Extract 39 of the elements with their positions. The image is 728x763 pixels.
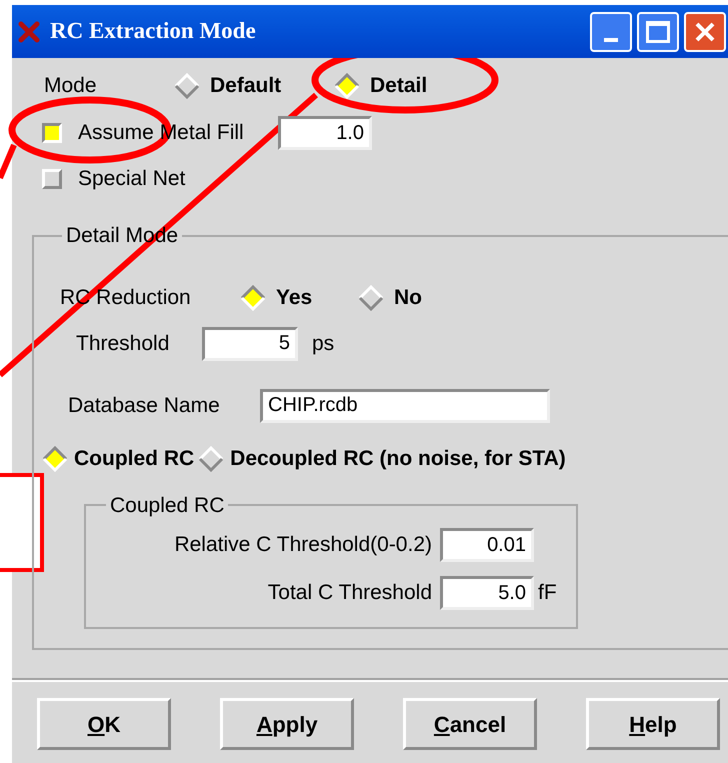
dialog-button[interactable]: Cancel — [403, 698, 537, 750]
close-button[interactable] — [684, 12, 726, 52]
dialog-button[interactable]: Help — [586, 698, 720, 750]
radio-label: Decoupled RC (no noise, for STA) — [230, 446, 566, 472]
minimize-button[interactable] — [590, 12, 632, 52]
field-label: Mode — [44, 73, 98, 100]
dialog-button[interactable]: OK — [37, 698, 171, 750]
input-field[interactable]: 5.0 — [440, 576, 534, 610]
checkbox[interactable] — [42, 123, 62, 143]
input-field[interactable]: CHIP.rcdb — [260, 388, 550, 422]
radio-button[interactable] — [334, 73, 360, 99]
checkbox-label: Special Net — [78, 166, 186, 192]
group-title: Coupled RC — [109, 492, 226, 518]
field-label: Database Name — [68, 392, 221, 419]
maximize-icon — [646, 20, 670, 42]
radio-label: Coupled RC — [74, 446, 194, 472]
radio-button[interactable] — [358, 284, 384, 310]
radio-button[interactable] — [42, 446, 68, 472]
radio-button[interactable] — [240, 284, 266, 310]
dialog-button[interactable]: Apply — [220, 698, 354, 750]
field-label: Relative C Threshold(0-0.2) — [173, 532, 433, 558]
radio-label: Yes — [276, 284, 312, 311]
field-label: Threshold — [76, 330, 170, 357]
unit-label: fF — [538, 580, 557, 606]
field-label: Total C Threshold — [266, 580, 433, 606]
radio-button[interactable] — [198, 446, 224, 472]
unit-label: ps — [312, 330, 334, 357]
close-icon — [18, 20, 40, 42]
radio-label: Default — [210, 73, 282, 100]
input-field[interactable]: 5 — [202, 326, 298, 360]
window-title: RC Extraction Mode — [50, 17, 256, 46]
input-field[interactable]: 0.01 — [440, 528, 534, 562]
close-icon — [694, 20, 716, 42]
radio-label: Detail — [370, 73, 428, 100]
maximize-button[interactable] — [637, 12, 679, 52]
input-field[interactable]: 1.0 — [278, 116, 372, 150]
minimize-icon — [604, 38, 618, 42]
radio-button[interactable] — [174, 73, 200, 99]
radio-label: No — [394, 284, 422, 311]
